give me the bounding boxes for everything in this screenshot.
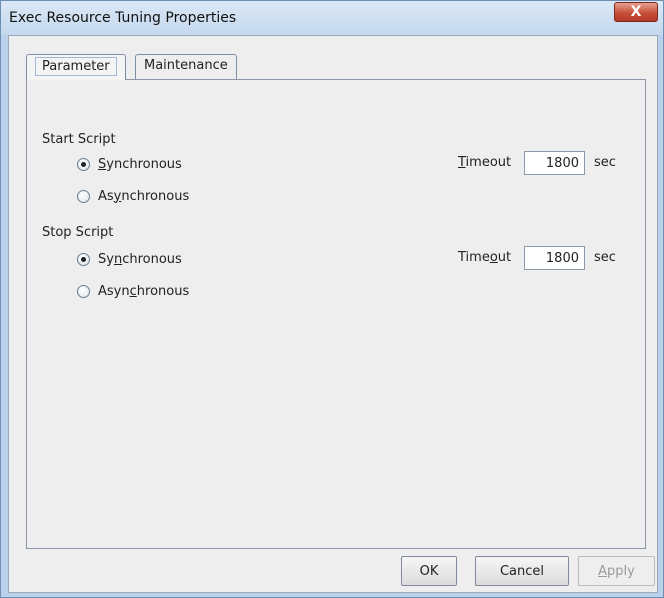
window-title: Exec Resource Tuning Properties [9,10,237,26]
stop-timeout-label: Timeout [458,250,512,265]
start-sync-radio[interactable]: Synchronous [77,155,182,173]
start-script-heading: Start Script [42,132,116,147]
apply-button[interactable]: Apply [578,556,655,586]
start-timeout-input[interactable] [524,151,585,175]
radio-unchecked-icon [77,284,90,298]
stop-sync-label: Synchronous [98,251,182,267]
title-bar[interactable]: Exec Resource Tuning Properties X [1,1,663,35]
radio-unchecked-icon [77,189,90,203]
close-icon: X [630,4,642,20]
cancel-button[interactable]: Cancel [475,556,569,586]
tab-maintenance[interactable]: Maintenance [135,54,237,79]
ok-button[interactable]: OK [401,556,457,586]
start-async-radio[interactable]: Asynchronous [77,187,189,205]
stop-async-label: Asynchronous [98,283,190,299]
dialog-window: Exec Resource Tuning Properties X Parame… [0,0,664,598]
tab-parameter-label: Parameter [35,57,117,76]
dialog-body: Parameter Maintenance Start Script Synch… [8,35,658,593]
parameter-panel: Start Script Synchronous Asynchronous Ti… [26,79,646,549]
apply-button-label: Apply [598,563,635,579]
stop-sync-radio[interactable]: Synchronous [77,250,182,268]
radio-checked-icon [77,252,90,266]
start-async-label: Asynchronous [98,188,190,204]
tab-parameter[interactable]: Parameter [26,54,126,80]
start-timeout-label: Timeout [458,155,512,170]
stop-timeout-input[interactable] [524,246,585,270]
radio-checked-icon [77,157,90,171]
stop-async-radio[interactable]: Asynchronous [77,282,189,300]
tab-maintenance-label: Maintenance [144,58,228,73]
start-timeout-unit: sec [594,155,616,170]
close-button[interactable]: X [614,2,658,22]
stop-script-heading: Stop Script [42,225,114,240]
start-sync-label: Synchronous [98,156,182,172]
stop-timeout-unit: sec [594,250,616,265]
